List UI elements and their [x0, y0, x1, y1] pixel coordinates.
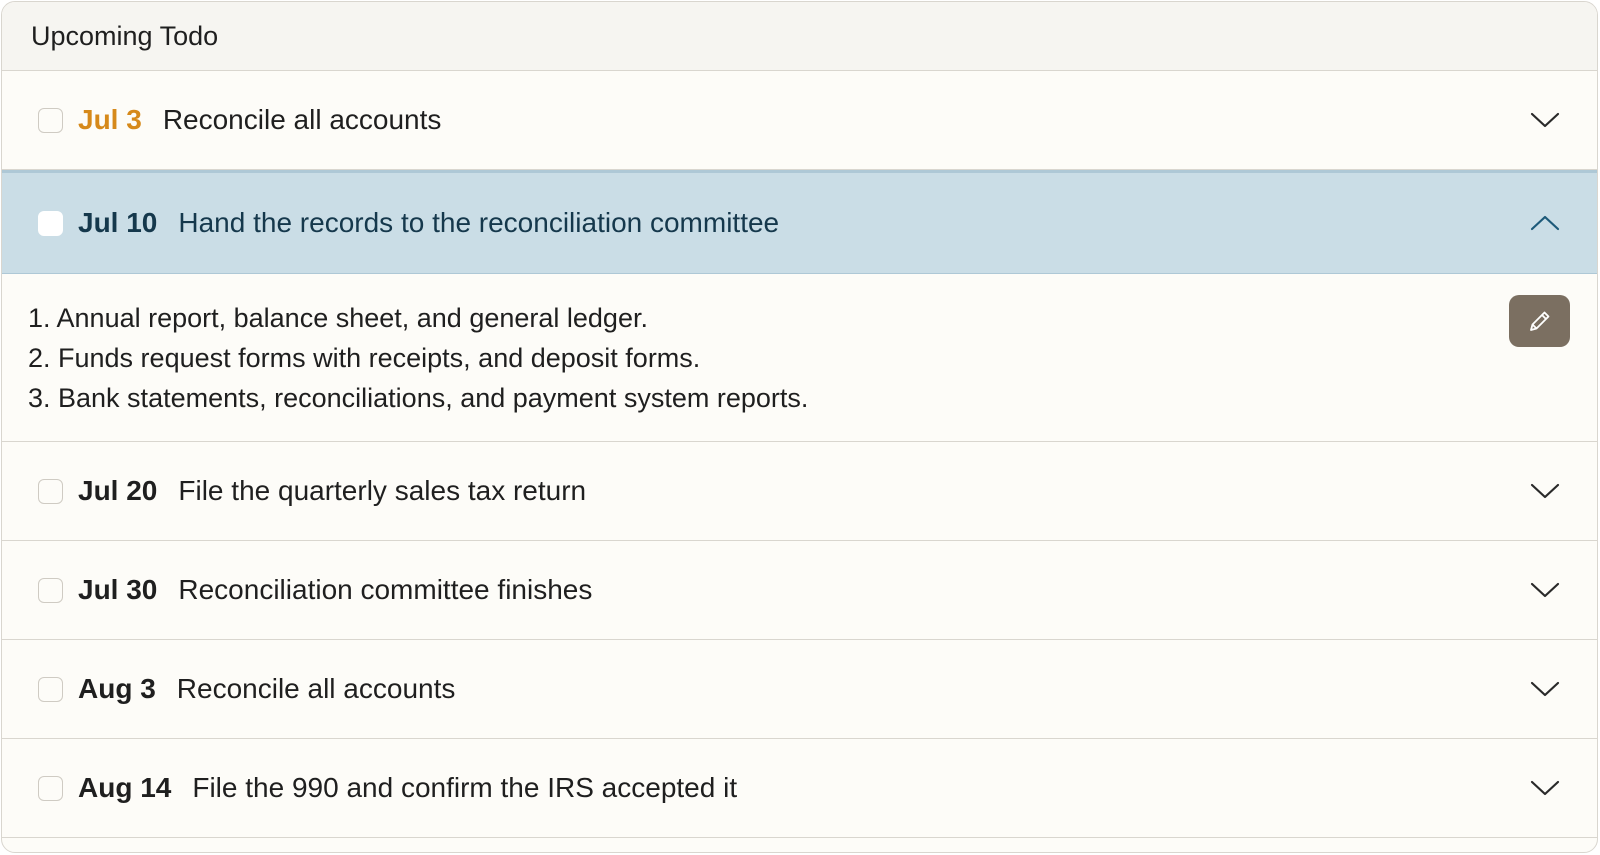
chevron-down-icon[interactable] — [1529, 104, 1561, 136]
edit-button[interactable] — [1509, 295, 1570, 347]
panel-title: Upcoming Todo — [31, 20, 219, 51]
panel-header: Upcoming Todo — [2, 2, 1597, 71]
todo-date: Jul 20 — [78, 475, 158, 506]
detail-line: 3. Bank statements, reconciliations, and… — [28, 383, 809, 413]
todo-checkbox[interactable] — [38, 676, 63, 702]
todo-title: Reconcile all accounts — [176, 673, 456, 704]
todo-row-toggle[interactable]: Jul 10 Hand the records to the reconcili… — [2, 170, 1597, 274]
chevron-down-icon[interactable] — [1529, 772, 1561, 804]
chevron-down-icon[interactable] — [1529, 673, 1561, 705]
chevron-down-icon[interactable] — [1529, 475, 1561, 507]
todo-details: 1. Annual report, balance sheet, and gen… — [2, 274, 1597, 441]
todo-checkbox[interactable] — [38, 478, 63, 504]
todo-title: Hand the records to the reconciliation c… — [178, 207, 780, 238]
todo-date: Jul 10 — [78, 207, 158, 238]
todo-checkbox[interactable] — [38, 107, 63, 133]
todo-row-toggle[interactable]: Jul 20 File the quarterly sales tax retu… — [2, 442, 1597, 540]
todo-checkbox[interactable] — [38, 577, 63, 603]
todo-date: Aug 14 — [78, 772, 172, 803]
chevron-down-icon[interactable] — [1529, 574, 1561, 606]
upcoming-todo-panel: Upcoming Todo Jul 3 Reconcile all accoun… — [1, 1, 1598, 853]
todo-row-toggle[interactable]: Jul 30 Reconciliation committee finishes — [2, 541, 1597, 639]
todo-row-toggle[interactable]: Aug 14 File the 990 and confirm the IRS … — [2, 739, 1597, 837]
chevron-up-icon[interactable] — [1529, 207, 1561, 239]
detail-line: 1. Annual report, balance sheet, and gen… — [28, 303, 648, 333]
todo-title: File the quarterly sales tax return — [178, 475, 587, 506]
todo-item: Jul 3 Reconcile all accounts — [2, 71, 1597, 170]
todo-title: File the 990 and confirm the IRS accepte… — [192, 772, 738, 803]
pencil-icon — [1529, 311, 1549, 331]
todo-item: Jul 30 Reconciliation committee finishes — [2, 541, 1597, 640]
todo-item-expanded: Jul 10 Hand the records to the reconcili… — [2, 170, 1597, 442]
todo-item: Aug 3 Reconcile all accounts — [2, 640, 1597, 739]
todo-checkbox[interactable] — [38, 775, 63, 801]
todo-checkbox[interactable] — [38, 210, 63, 236]
todo-date: Jul 3 — [78, 104, 142, 135]
todo-item: Jul 20 File the quarterly sales tax retu… — [2, 442, 1597, 541]
todo-date: Jul 30 — [78, 574, 158, 605]
todo-title: Reconciliation committee finishes — [178, 574, 593, 605]
todo-row-toggle[interactable]: Jul 3 Reconcile all accounts — [2, 71, 1597, 169]
detail-line: 2. Funds request forms with receipts, an… — [28, 343, 701, 373]
todo-row-toggle[interactable]: Aug 3 Reconcile all accounts — [2, 640, 1597, 738]
todo-date: Aug 3 — [78, 673, 156, 704]
todo-title: Reconcile all accounts — [162, 104, 442, 135]
todo-item: Aug 14 File the 990 and confirm the IRS … — [2, 739, 1597, 838]
